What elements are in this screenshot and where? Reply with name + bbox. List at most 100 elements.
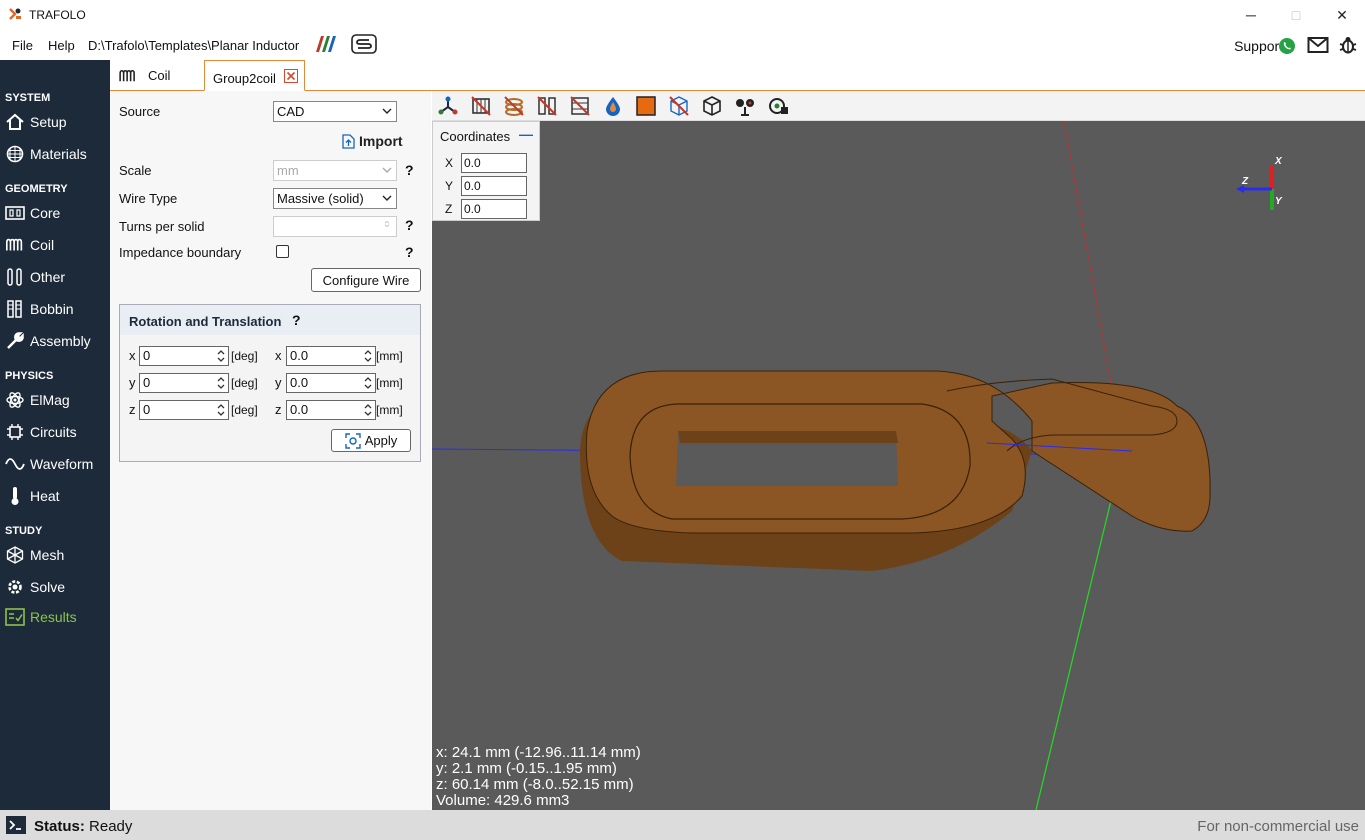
gizmo-z-label: Z [1241,176,1249,187]
spin-arrows-icon[interactable] [216,348,226,364]
results-icon [5,607,25,627]
matlab-logo-icon[interactable] [314,34,340,54]
configure-wire-button[interactable]: Configure Wire [311,268,421,292]
hide-bobbin-icon[interactable] [569,95,591,117]
rotation-z-value: 0 [143,402,151,417]
translation-z-input[interactable]: 0.0 [286,400,376,420]
sidebar-item-results[interactable]: Results [0,603,110,631]
maximize-button[interactable]: □ [1273,0,1319,30]
menu-help[interactable]: Help [48,38,75,53]
sidebar: SYSTEM Setup Materials GEOMETRY Core Coi… [0,60,110,810]
minimize-button[interactable]: ─ [1228,0,1274,30]
sidebar-item-elmag[interactable]: ElMag [0,386,110,414]
atom-icon [5,390,25,410]
menu-file[interactable]: File [12,38,33,53]
whatsapp-icon[interactable] [1278,37,1296,55]
close-tab-icon[interactable] [283,68,298,83]
license-text: For non-commercial use [1197,818,1359,835]
sidebar-item-label: ElMag [30,392,70,408]
apply-button[interactable]: Apply [331,429,411,452]
sidebar-item-label: Solve [30,579,66,595]
spin-arrows-icon [384,220,390,228]
menu-bar: File Help D:\Trafolo\Templates\Planar In… [0,30,1365,60]
terminal-icon[interactable] [5,815,27,835]
tab-group2coil[interactable]: Group2coil [204,60,305,91]
hide-other-icon[interactable] [536,95,558,117]
rotation-z-input[interactable]: 0 [139,400,229,420]
sidebar-item-solve[interactable]: Solve [0,573,110,601]
wrench-icon [5,331,25,351]
probe-icon[interactable] [734,95,756,117]
orientation-gizmo[interactable]: X Y Z [1232,154,1292,214]
tab-coil[interactable]: Coil [118,60,208,91]
properties-panel: Source CAD Import Scale mm ? Wire Type M… [110,91,431,810]
sidebar-item-other[interactable]: Other [0,263,110,291]
translation-x-input[interactable]: 0.0 [286,346,376,366]
cube-icon[interactable] [701,95,723,117]
scale-help-icon[interactable]: ? [405,162,414,178]
trans-y-label: y [275,375,282,390]
sidebar-item-bobbin[interactable]: Bobbin [0,295,110,323]
turns-help-icon[interactable]: ? [405,217,414,233]
y-axis-line [1035,450,1124,810]
axes-view-icon[interactable] [437,95,459,117]
sidebar-item-materials[interactable]: Materials [0,140,110,168]
tab-label: Coil [148,68,171,83]
turns-input[interactable] [273,216,397,237]
title-bar: TRAFOLO ─ □ ✕ [0,0,1365,30]
coil-model-render[interactable] [432,121,1365,810]
camera-reset-icon[interactable] [767,95,789,117]
bobbin-icon [5,299,25,319]
section-study: STUDY [5,525,43,537]
apply-label: Apply [364,433,398,448]
trafolo-logo-icon [9,8,21,20]
viewport-toolbar [432,91,1365,121]
sidebar-item-label: Heat [30,488,60,504]
3d-viewport[interactable]: X Y Z x: 24.1 mm (-12.96..11.14 mm) y: 2… [432,121,1365,810]
mail-icon[interactable] [1307,36,1329,54]
drop-icon[interactable] [602,95,624,117]
sidebar-item-setup[interactable]: Setup [0,108,110,136]
apply-transform-icon [345,432,361,449]
spin-arrows-icon[interactable] [363,402,373,418]
sidebar-item-circuits[interactable]: Circuits [0,418,110,446]
impedance-checkbox[interactable] [276,245,289,258]
coil-opening-edge [678,431,898,443]
wireframe-icon[interactable] [668,95,690,117]
sidebar-item-mesh[interactable]: Mesh [0,541,110,569]
sidebar-item-heat[interactable]: Heat [0,482,110,510]
rotation-x-input[interactable]: 0 [139,346,229,366]
translation-y-input[interactable]: 0.0 [286,373,376,393]
sidebar-item-waveform[interactable]: Waveform [0,450,110,478]
hide-core-icon[interactable] [470,95,492,117]
scale-select[interactable]: mm [273,160,397,181]
circuit-icon [5,422,25,442]
close-window-button[interactable]: ✕ [1319,0,1365,30]
wire-type-label: Wire Type [119,191,178,206]
rotation-y-input[interactable]: 0 [139,373,229,393]
sidebar-item-label: Core [30,205,61,221]
s-logo-icon[interactable] [351,34,377,54]
sidebar-item-coil[interactable]: Coil [0,231,110,259]
trans-z-label: z [275,402,282,417]
collapse-icon[interactable]: — [519,126,533,142]
sidebar-item-core[interactable]: Core [0,199,110,227]
coord-y-input[interactable]: 0.0 [461,176,527,196]
bug-report-icon[interactable] [1338,35,1358,55]
wire-type-select[interactable]: Massive (solid) [273,188,397,209]
coord-x-input[interactable]: 0.0 [461,153,527,173]
scale-value: mm [277,163,299,178]
rt-help-icon[interactable]: ? [292,312,301,328]
spin-arrows-icon[interactable] [216,375,226,391]
sidebar-item-assembly[interactable]: Assembly [0,327,110,355]
spin-arrows-icon[interactable] [363,348,373,364]
coord-z-input[interactable]: 0.0 [461,199,527,219]
spin-arrows-icon[interactable] [216,402,226,418]
source-select[interactable]: CAD [273,101,397,122]
hide-coil-icon[interactable] [503,95,525,117]
spin-arrows-icon[interactable] [363,375,373,391]
solid-view-icon[interactable] [635,95,657,117]
rotation-y-value: 0 [143,375,151,390]
impedance-help-icon[interactable]: ? [405,244,414,260]
import-button[interactable]: Import [342,133,403,149]
